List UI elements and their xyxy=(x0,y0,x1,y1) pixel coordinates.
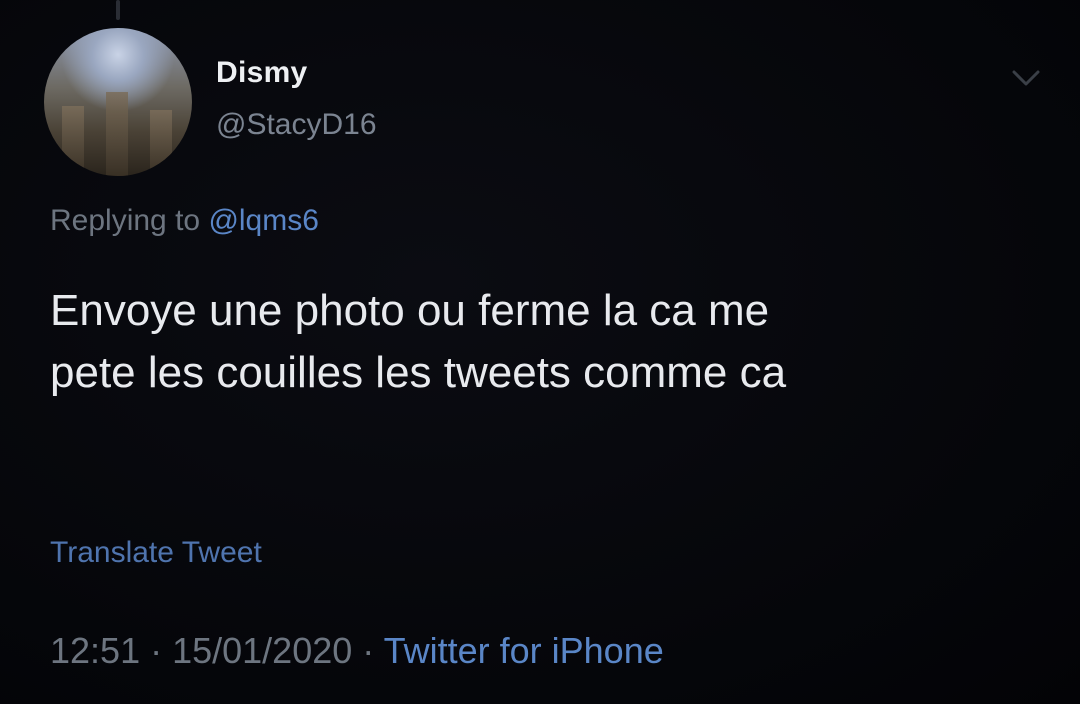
tweet-body: Envoye une photo ou ferme la ca me pete … xyxy=(50,286,787,397)
replying-to-label: Replying to xyxy=(50,204,201,237)
avatar-photo-detail xyxy=(150,110,172,176)
tweet-metadata: 12:51 · 15/01/2020 · Twitter for iPhone xyxy=(50,630,664,672)
avatar[interactable] xyxy=(44,28,192,176)
meta-separator: · xyxy=(140,630,173,671)
tweet-source-link[interactable]: Twitter for iPhone xyxy=(384,630,664,671)
avatar-photo-detail xyxy=(62,106,84,176)
author-name[interactable]: Dismy xyxy=(216,56,308,90)
tweet-time: 12:51 xyxy=(50,630,141,671)
replying-to-line: Replying to @lqms6 xyxy=(50,204,319,238)
chevron-down-icon[interactable] xyxy=(1008,64,1044,92)
reply-mention-link[interactable]: @lqms6 xyxy=(208,204,318,237)
author-handle[interactable]: @StacyD16 xyxy=(216,108,377,142)
thread-connector-line xyxy=(116,0,120,20)
meta-separator: · xyxy=(352,630,384,671)
translate-tweet-link[interactable]: Translate Tweet xyxy=(50,536,262,570)
tweet-date: 15/01/2020 xyxy=(172,630,353,671)
avatar-photo-detail xyxy=(106,92,128,176)
